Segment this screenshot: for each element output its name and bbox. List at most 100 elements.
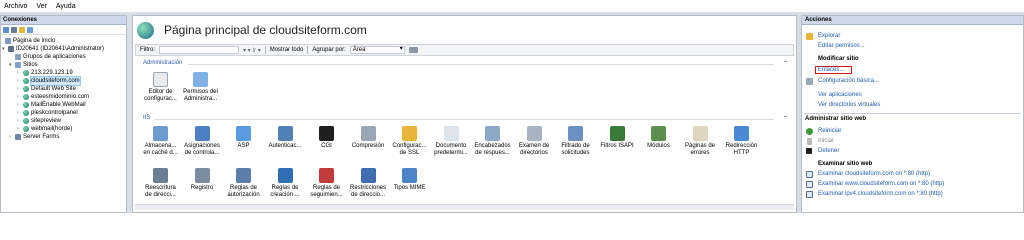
expand-icon[interactable]: › bbox=[17, 109, 22, 117]
feature-auth[interactable]: Autenticac... bbox=[263, 126, 308, 150]
explore-link[interactable]: Explorar bbox=[818, 33, 840, 39]
tree-item-server[interactable]: ▾ ID20641 (ID20641\Administrator) bbox=[2, 45, 104, 53]
browse-link-2[interactable]: Examinar www.cloudsiteform.com on *:80 (… bbox=[818, 181, 944, 187]
feature-authz[interactable]: Reglas de autorización bbox=[221, 168, 266, 199]
tree-item-site[interactable]: › 213.229.123.19 bbox=[17, 69, 73, 77]
browse-link-3[interactable]: Examinar ipv4.cloudsiteform.com on *:80 … bbox=[818, 191, 943, 197]
feature-cache[interactable]: Almacena... en caché d... bbox=[138, 126, 183, 157]
horizontal-scrollbar[interactable] bbox=[135, 204, 794, 210]
show-all-button[interactable]: Mostrar todo bbox=[270, 47, 304, 53]
feature-handler[interactable]: Asignaciones de controla... bbox=[180, 126, 225, 157]
expand-icon[interactable]: › bbox=[17, 117, 22, 125]
modify-site-header: Modificar sitio bbox=[818, 56, 859, 62]
feature-isapi[interactable]: Filtros ISAPI bbox=[595, 126, 640, 150]
tree-label: webmail(horde) bbox=[31, 126, 73, 132]
expand-icon[interactable]: › bbox=[17, 93, 22, 101]
logging-icon bbox=[194, 168, 210, 183]
start-link[interactable]: Iniciar bbox=[818, 138, 834, 144]
feature-request-filter[interactable]: Filtrado de solicitudes bbox=[553, 126, 598, 157]
section-admin[interactable]: Administración bbox=[143, 60, 182, 66]
expand-icon[interactable]: › bbox=[17, 85, 22, 93]
tree-item-site[interactable]: › webmail(horde) bbox=[17, 125, 72, 133]
filter-input[interactable] bbox=[159, 46, 239, 54]
section-divider bbox=[155, 119, 774, 120]
filter-go-button[interactable]: ▾ ▾ Ir ▾ bbox=[243, 47, 261, 54]
feature-cgi[interactable]: CGI bbox=[304, 126, 349, 150]
feature-dir-browse[interactable]: Examen de directorios bbox=[512, 126, 557, 157]
tree-label: sitepreview bbox=[31, 118, 62, 124]
stop-link[interactable]: Detener bbox=[818, 148, 839, 154]
expand-icon[interactable]: › bbox=[17, 101, 22, 109]
tree-item-site[interactable]: › MailEnable WebMail bbox=[17, 101, 86, 109]
view-virtual-dirs-link[interactable]: Ver directorios virtuales bbox=[818, 102, 880, 108]
collapse-icon[interactable]: ⌃ bbox=[783, 115, 788, 122]
bindings-link[interactable]: Enlaces... bbox=[815, 66, 853, 74]
expand-icon[interactable]: ▾ bbox=[9, 61, 14, 69]
feature-ip-restrict[interactable]: Restricciones de direccio... bbox=[346, 168, 391, 199]
ssl-icon bbox=[402, 126, 417, 141]
page-title: Página principal de cloudsiteform.com bbox=[164, 23, 367, 37]
expand-icon[interactable]: ▾ bbox=[2, 45, 7, 53]
manage-site-header: Administrar sitio web bbox=[805, 116, 867, 122]
feature-compression[interactable]: Compresión bbox=[346, 126, 391, 150]
tree-label: Grupos de aplicaciones bbox=[23, 54, 86, 60]
stop-icon bbox=[806, 148, 812, 154]
restart-link[interactable]: Reiniciar bbox=[818, 128, 841, 134]
save-icon[interactable] bbox=[11, 26, 17, 33]
disconnect-icon[interactable] bbox=[27, 26, 33, 33]
actions-header: Acciones bbox=[802, 16, 1023, 25]
expand-icon[interactable]: › bbox=[17, 125, 22, 133]
toolbar-separator bbox=[264, 46, 266, 54]
menu-ayuda[interactable]: Ayuda bbox=[56, 3, 76, 10]
feature-rewrite[interactable]: Reescritura de direcci... bbox=[138, 168, 183, 199]
globe-icon bbox=[23, 110, 29, 116]
tree-item-home[interactable]: Página de inicio bbox=[5, 37, 55, 45]
expand-icon[interactable]: › bbox=[17, 69, 22, 77]
expand-icon[interactable]: › bbox=[17, 77, 22, 85]
feature-ssl[interactable]: Configurac... de SSL bbox=[387, 126, 432, 157]
feature-admin-permissions[interactable]: Permisos del Administra... bbox=[178, 72, 223, 103]
feature-redirect[interactable]: Redirección HTTP bbox=[719, 126, 764, 157]
tree-item-site[interactable]: › Default Web Site bbox=[17, 85, 76, 93]
compression-icon bbox=[360, 126, 376, 141]
tree-item-site-selected[interactable]: › cloudsiteform.com bbox=[17, 76, 81, 86]
collapse-icon[interactable]: ⌃ bbox=[783, 60, 788, 67]
browse-link-1[interactable]: Examinar cloudsiteform.com on *:80 (http… bbox=[818, 171, 930, 177]
server-farm-icon bbox=[15, 134, 21, 140]
feature-config-editor[interactable]: Editor de configurac... bbox=[138, 72, 183, 103]
feature-logging[interactable]: Registro bbox=[180, 168, 225, 192]
view-mode-icon[interactable] bbox=[408, 47, 418, 53]
feature-tracing[interactable]: Reglas de seguimien... bbox=[304, 168, 349, 199]
edit-permissions-link[interactable]: Editar permisos... bbox=[818, 43, 865, 49]
feature-modules[interactable]: Módulos bbox=[636, 126, 681, 150]
feature-error-pages[interactable]: Páginas de errores bbox=[678, 126, 723, 157]
tree-label: Server Farms bbox=[23, 134, 60, 140]
mime-icon bbox=[402, 168, 417, 183]
group-by-select[interactable]: Área bbox=[349, 46, 405, 54]
tree-item-site[interactable]: › sitepreview bbox=[17, 117, 61, 125]
tree-item-app-pools[interactable]: Grupos de aplicaciones bbox=[15, 53, 86, 61]
tree-label: ID20641 (ID20641\Administrator) bbox=[16, 46, 105, 52]
feature-asp[interactable]: ASP bbox=[221, 126, 266, 150]
feature-headers[interactable]: Encabezados de respues... bbox=[470, 126, 515, 157]
globe-icon bbox=[23, 126, 29, 132]
globe-icon bbox=[23, 102, 29, 108]
tree-item-site[interactable]: › pleskcontrolpanel bbox=[17, 109, 78, 117]
menu-archivo[interactable]: Archivo bbox=[4, 3, 27, 10]
basic-settings-link[interactable]: Configuración básica... bbox=[818, 78, 879, 84]
feature-default-doc[interactable]: Documento predetermi... bbox=[429, 126, 474, 157]
view-applications-link[interactable]: Ver aplicaciones bbox=[818, 92, 862, 98]
basic-config-icon bbox=[806, 78, 813, 85]
tree-item-site[interactable]: › esteesmidominio.com bbox=[17, 93, 89, 101]
connect-icon[interactable] bbox=[3, 26, 9, 33]
tree-item-sites[interactable]: ▾ Sitios bbox=[9, 61, 38, 69]
feature-mime[interactable]: Tipos MIME bbox=[387, 168, 432, 192]
menu-ver[interactable]: Ver bbox=[36, 3, 47, 10]
tree-item-server-farms[interactable]: › Server Farms bbox=[9, 133, 59, 141]
handler-icon bbox=[194, 126, 210, 141]
up-icon[interactable] bbox=[19, 26, 25, 33]
section-iis[interactable]: IIS bbox=[143, 115, 150, 121]
error-pages-icon bbox=[692, 126, 708, 141]
feature-build-rules[interactable]: Reglas de creación ... bbox=[263, 168, 308, 199]
expand-icon[interactable]: › bbox=[9, 133, 14, 141]
